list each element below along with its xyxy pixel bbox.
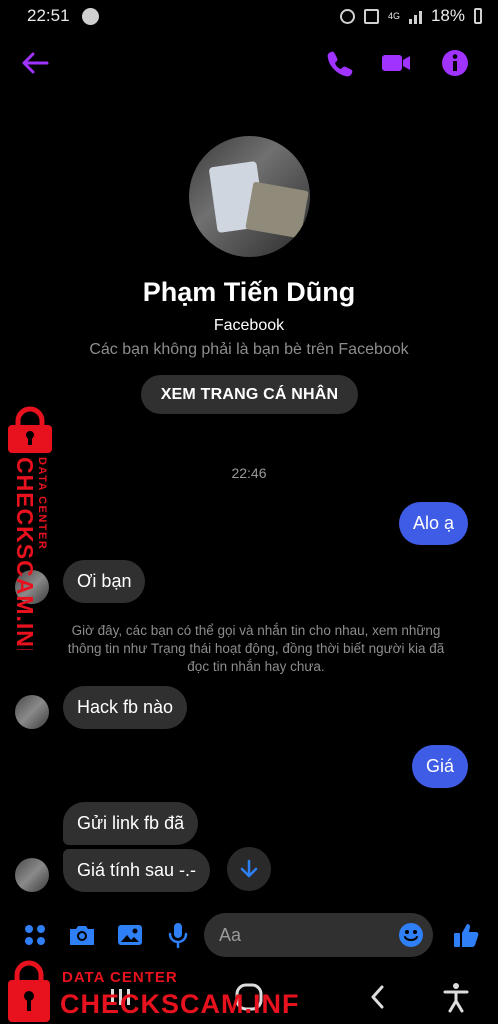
status-time: 22:51 <box>27 6 70 25</box>
message-incoming[interactable]: Giá tính sau -.- <box>63 849 211 892</box>
phone-icon[interactable] <box>324 48 354 78</box>
battery-percent: 18% <box>430 6 465 25</box>
microphone-icon[interactable] <box>163 920 193 950</box>
accessibility-icon[interactable] <box>442 980 470 1014</box>
message-incoming[interactable]: Gửi link fb đã <box>63 802 199 845</box>
info-icon[interactable] <box>440 48 470 78</box>
video-camera-icon[interactable] <box>381 48 411 78</box>
arrow-down-icon <box>240 859 258 878</box>
watermark-brand-text: CHECKSCAM.INFO <box>12 457 38 650</box>
network-type: 4G <box>387 10 400 21</box>
scroll-to-bottom-button[interactable] <box>227 847 271 891</box>
system-notice: Giờ đây, các bạn có thể gọi và nhắn tin … <box>67 623 445 674</box>
status-bar: 22:51 4G 18% <box>0 0 498 32</box>
checkscam-watermark-bottom: DATA CENTER CHECKSCAM.INFO <box>8 960 298 1022</box>
emoji-icon[interactable] <box>396 920 426 950</box>
battery-icon <box>474 8 482 24</box>
profile-name: Phạm Tiến Dũng <box>142 277 356 307</box>
watermark-brand-text: CHECKSCAM.INFO <box>60 989 298 1019</box>
message-incoming[interactable]: Hack fb nào <box>63 686 188 729</box>
profile-platform: Facebook <box>213 317 285 334</box>
watermark-top-text: DATA CENTER <box>62 969 178 986</box>
view-profile-button[interactable]: XEM TRANG CÁ NHÂN <box>141 375 358 414</box>
message-timestamp: 22:46 <box>231 465 267 481</box>
sender-avatar[interactable] <box>15 858 49 892</box>
signal-icon <box>408 9 422 24</box>
profile-avatar[interactable] <box>189 136 310 257</box>
profile-relation: Các bạn không phải là bạn bè trên Facebo… <box>89 341 409 358</box>
message-outgoing[interactable]: Alo ạ <box>398 502 468 545</box>
image-icon[interactable] <box>115 920 145 950</box>
mute-icon <box>363 8 379 24</box>
sender-avatar[interactable] <box>15 695 49 729</box>
messenger-notification-icon <box>82 8 99 25</box>
status-icons: 4G 18% <box>339 6 482 26</box>
message-outgoing[interactable]: Giá <box>411 745 468 788</box>
thumbs-up-icon[interactable] <box>451 920 481 950</box>
camera-icon[interactable] <box>67 920 97 950</box>
watermark-top-text: DATA CENTER <box>36 457 48 550</box>
back-nav-icon[interactable] <box>366 980 390 1014</box>
arrow-left-icon[interactable] <box>20 48 50 78</box>
alarm-icon <box>339 8 355 24</box>
menu-dots-icon[interactable] <box>20 920 50 950</box>
checkscam-watermark-vertical: CHECKSCAM.INFO DATA CENTER <box>8 406 52 650</box>
message-incoming[interactable]: Ơi bạn <box>63 560 146 603</box>
